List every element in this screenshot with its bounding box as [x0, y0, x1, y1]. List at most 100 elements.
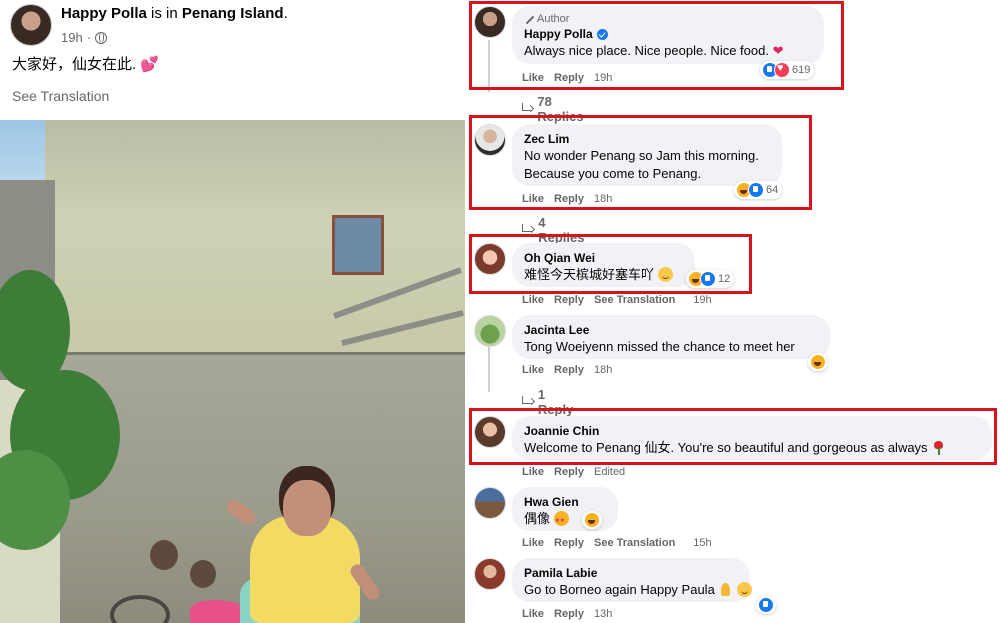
red-heart-emoji: ❤: [772, 43, 784, 58]
author-badge: Author: [524, 13, 812, 26]
comment-author-name[interactable]: Joannie Chin: [524, 423, 599, 439]
post-location[interactable]: Penang Island: [182, 5, 284, 22]
comment-bubble: Hwa Gien 偶像: [512, 487, 618, 531]
comment-author-name[interactable]: Happy Polla: [524, 26, 593, 42]
like-reaction-icon: [748, 182, 764, 198]
comment-time[interactable]: 15h: [693, 537, 711, 549]
comment-author: Happy Polla: [524, 26, 812, 42]
smiling-emoji: [737, 582, 753, 597]
like-button[interactable]: Like: [522, 537, 544, 549]
reply-arrow-icon: [522, 103, 532, 111]
reply-arrow-icon: [522, 224, 533, 232]
comment-actions: Like Reply See Translation 15h: [522, 537, 712, 549]
love-reaction-icon: [774, 62, 790, 78]
reaction-count: 64: [766, 184, 779, 196]
post-text-body: 大家好，仙女在此.: [12, 56, 137, 73]
comment-bubble: Joannie Chin Welcome to Penang 仙女. You'r…: [512, 416, 992, 460]
like-button[interactable]: Like: [522, 466, 544, 478]
comment-actions: Like Reply Edited: [522, 466, 625, 478]
thread-line: [488, 342, 490, 392]
avatar[interactable]: [474, 124, 506, 156]
view-replies-link[interactable]: 4 Replies: [522, 215, 586, 245]
comment-author-name[interactable]: Zec Lim: [524, 131, 569, 147]
post-author-avatar[interactable]: [10, 4, 52, 46]
replies-count: 4 Replies: [538, 215, 585, 245]
photo-mural-kid: [150, 540, 178, 570]
comment-author: Hwa Gien: [524, 494, 606, 510]
like-button[interactable]: Like: [522, 72, 544, 84]
comment-bubble: Oh Qian Wei 难怪今天槟城好塞车吖: [512, 243, 695, 287]
avatar[interactable]: [474, 315, 506, 347]
reply-button[interactable]: Reply: [554, 294, 584, 306]
like-button[interactable]: Like: [522, 608, 544, 620]
avatar[interactable]: [474, 6, 506, 38]
reaction-summary[interactable]: 619: [760, 61, 815, 79]
like-button[interactable]: Like: [522, 193, 544, 205]
reaction-summary[interactable]: [756, 596, 776, 614]
comment-author-name[interactable]: Jacinta Lee: [524, 322, 589, 338]
avatar[interactable]: [474, 558, 506, 590]
comment-time[interactable]: 18h: [594, 364, 612, 376]
like-button[interactable]: Like: [522, 294, 544, 306]
reply-button[interactable]: Reply: [554, 193, 584, 205]
post-text: 大家好，仙女在此. 💕: [12, 55, 159, 75]
comment-author: Joannie Chin: [524, 423, 980, 439]
post-header: Happy Polla is in Penang Island. 19h ·: [10, 4, 288, 46]
comment-text-body: Go to Borneo again Happy Paula: [524, 582, 715, 597]
comment-text: Welcome to Penang 仙女. You're so beautifu…: [524, 439, 980, 457]
comment-time[interactable]: 18h: [594, 193, 612, 205]
reaction-summary[interactable]: [808, 353, 828, 371]
comment-author: Oh Qian Wei: [524, 250, 683, 266]
reply-button[interactable]: Reply: [554, 608, 584, 620]
post-see-translation-link[interactable]: See Translation: [12, 88, 109, 104]
avatar[interactable]: [474, 487, 506, 519]
like-reaction-icon: [758, 597, 774, 613]
reply-arrow-icon: [522, 396, 532, 404]
comment-text-body: 偶像: [524, 511, 551, 526]
haha-reaction-icon: [810, 354, 826, 370]
comment-author: Pamila Labie: [524, 565, 738, 581]
reply-button[interactable]: Reply: [554, 537, 584, 549]
comment-text: Go to Borneo again Happy Paula: [524, 581, 753, 599]
comment-bubble: Pamila Labie Go to Borneo again Happy Pa…: [512, 558, 753, 602]
comment-time[interactable]: 19h: [594, 72, 612, 84]
comment-bubble: Zec Lim No wonder Penang so Jam this mor…: [512, 124, 782, 186]
comment-author-name[interactable]: Hwa Gien: [524, 494, 579, 510]
reply-button[interactable]: Reply: [554, 466, 584, 478]
photo-mural-kid: [190, 560, 216, 588]
thread-line: [488, 40, 490, 92]
post-author-name[interactable]: Happy Polla: [61, 5, 147, 22]
comment-actions: Like Reply 19h: [522, 72, 612, 84]
photo-window: [332, 215, 384, 275]
reply-button[interactable]: Reply: [554, 364, 584, 376]
comment-text-line: No wonder Penang so Jam this morning.: [524, 148, 759, 163]
view-replies-link[interactable]: 1 Reply: [522, 387, 575, 417]
star-struck-emoji: [553, 511, 569, 530]
post-photo[interactable]: [0, 120, 465, 623]
comment-author-name[interactable]: Oh Qian Wei: [524, 250, 595, 266]
reaction-summary[interactable]: [582, 511, 602, 529]
reply-button[interactable]: Reply: [554, 72, 584, 84]
comment-text-body: Always nice place. Nice people. Nice foo…: [524, 43, 769, 58]
avatar[interactable]: [474, 243, 506, 275]
rose-emoji: [931, 440, 946, 455]
comment-author-name[interactable]: Pamila Labie: [524, 565, 597, 581]
post-author-line: Happy Polla is in Penang Island.: [61, 5, 288, 22]
comment-text-body: 难怪今天槟城好塞车吖: [524, 267, 655, 282]
replies-count: 78 Replies: [537, 94, 584, 124]
like-button[interactable]: Like: [522, 364, 544, 376]
reaction-count: 619: [792, 64, 811, 76]
globe-icon: [95, 32, 108, 44]
comment-time[interactable]: 13h: [594, 608, 612, 620]
avatar[interactable]: [474, 416, 506, 448]
see-translation-link[interactable]: See Translation: [594, 294, 675, 306]
comment-text-body: Welcome to Penang 仙女. You're so beautifu…: [524, 440, 928, 455]
verified-icon: [596, 28, 608, 40]
comment-text-line: Because you come to Penang.: [524, 166, 702, 181]
reaction-summary[interactable]: 64: [734, 181, 783, 199]
post-time[interactable]: 19h: [61, 30, 83, 46]
comment-time[interactable]: 19h: [693, 294, 711, 306]
reaction-summary[interactable]: 12: [686, 270, 735, 288]
view-replies-link[interactable]: 78 Replies: [522, 94, 586, 124]
see-translation-link[interactable]: See Translation: [594, 537, 675, 549]
